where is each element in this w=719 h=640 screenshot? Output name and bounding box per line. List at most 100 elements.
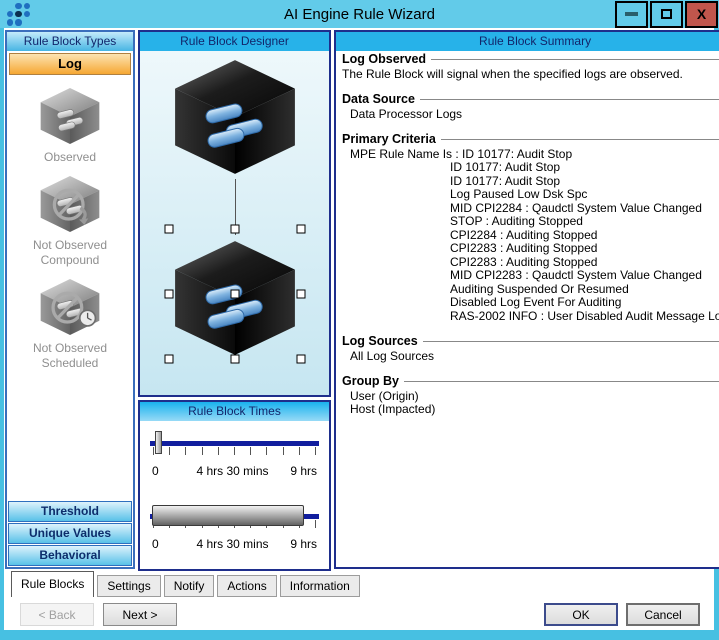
- summary-line: CPI2283 : Auditing Stopped: [342, 256, 719, 270]
- summary-section: Log SourcesAll Log Sources: [342, 335, 719, 363]
- section-title: Primary Criteria: [342, 133, 436, 147]
- slider-labels: 0 4 hrs 30 mins 9 hrs: [152, 537, 317, 551]
- maximize-icon: [661, 9, 672, 19]
- rule-block-summary-header: Rule Block Summary: [336, 32, 719, 51]
- selection-handle[interactable]: [164, 225, 173, 234]
- minimize-button[interactable]: [615, 1, 648, 28]
- selection-handle[interactable]: [230, 290, 239, 299]
- log-type-button[interactable]: Log: [9, 53, 131, 75]
- back-button[interactable]: < Back: [20, 603, 94, 626]
- summary-line: STOP : Auditing Stopped: [342, 215, 719, 229]
- selection-handle[interactable]: [230, 225, 239, 234]
- ok-button[interactable]: OK: [544, 603, 618, 626]
- slider-label-mid: 4 hrs 30 mins: [182, 464, 283, 478]
- summary-line: MID CPI2283 : Qaudctl System Value Chang…: [342, 269, 719, 283]
- rule-block-types-header: Rule Block Types: [7, 32, 133, 51]
- slider-labels: 0 4 hrs 30 mins 9 hrs: [152, 464, 317, 478]
- type-item-observed[interactable]: Observed: [7, 86, 133, 165]
- type-item-not-observed-compound[interactable]: Not Observed Compound: [7, 174, 133, 268]
- summary-line: CPI2284 : Auditing Stopped: [342, 229, 719, 243]
- rule-block-summary-panel: Rule Block Summary Log ObservedThe Rule …: [334, 30, 719, 569]
- next-button[interactable]: Next >: [103, 603, 177, 626]
- selection-handle[interactable]: [296, 225, 305, 234]
- tab-rule-blocks[interactable]: Rule Blocks: [11, 571, 94, 597]
- slider-label-min: 0: [152, 464, 182, 478]
- section-title: Log Sources: [342, 335, 418, 349]
- type-label-observed: Observed: [7, 150, 133, 165]
- type-label-not-observed-scheduled: Not Observed Scheduled: [7, 341, 133, 371]
- rule-block-designer-panel: Rule Block Designer: [138, 30, 331, 397]
- slider-ticks: [153, 447, 316, 455]
- unique-values-button[interactable]: Unique Values: [8, 523, 132, 544]
- selection-handle[interactable]: [296, 290, 305, 299]
- slider-track[interactable]: [150, 441, 319, 446]
- summary-line: ID 10177: Audit Stop: [342, 161, 719, 175]
- cancel-button[interactable]: Cancel: [626, 603, 700, 626]
- ai-engine-rule-wizard-window: AI Engine Rule Wizard X Rule Block Types…: [0, 0, 719, 640]
- close-icon: X: [697, 6, 706, 22]
- summary-sections: Log ObservedThe Rule Block will signal w…: [336, 51, 719, 567]
- summary-line: ID 10177: Audit Stop: [342, 175, 719, 189]
- tab-notify[interactable]: Notify: [164, 575, 215, 597]
- not-observed-scheduled-cube-icon: [37, 277, 103, 337]
- section-divider: [431, 59, 719, 61]
- summary-line: User (Origin): [342, 390, 719, 404]
- slider-label-max: 9 hrs: [283, 537, 317, 551]
- tab-actions[interactable]: Actions: [217, 575, 276, 597]
- rule-block-designer-header: Rule Block Designer: [140, 32, 329, 51]
- selection-handle[interactable]: [164, 355, 173, 364]
- time-slider: [150, 431, 319, 461]
- summary-line: RAS-2002 INFO : User Disabled Audit Mess…: [342, 310, 719, 324]
- threshold-button[interactable]: Threshold: [8, 501, 132, 522]
- dialog-content: Rule Block Types Log: [4, 28, 714, 630]
- wizard-nav-row: < Back Next > OK Cancel: [4, 603, 714, 626]
- window-title: AI Engine Rule Wizard: [0, 6, 719, 23]
- minimize-icon: [625, 12, 638, 16]
- summary-line: MID CPI2284 : Qaudctl System Value Chang…: [342, 202, 719, 216]
- section-divider: [441, 139, 719, 141]
- summary-line: Auditing Suspended Or Resumed: [342, 283, 719, 297]
- slider-thumb[interactable]: [155, 431, 162, 454]
- tab-settings[interactable]: Settings: [97, 575, 160, 597]
- selection-handle[interactable]: [296, 355, 305, 364]
- times-body: 0 4 hrs 30 mins 9 hrs: [140, 421, 329, 569]
- parent-rule-block-cube[interactable]: [169, 56, 301, 178]
- observed-cube-icon: [37, 86, 103, 146]
- summary-section: Group ByUser (Origin)Host (Impacted): [342, 375, 719, 417]
- range-slider-bar[interactable]: [152, 505, 304, 526]
- section-title: Data Source: [342, 93, 415, 107]
- section-divider: [423, 341, 719, 343]
- app-dots-icon: [7, 3, 30, 26]
- type-label-not-observed-compound: Not Observed Compound: [7, 238, 133, 268]
- summary-line: Host (Impacted): [342, 403, 719, 417]
- selection-handle[interactable]: [230, 355, 239, 364]
- selection-handle[interactable]: [164, 290, 173, 299]
- summary-line: Disabled Log Event For Auditing: [342, 296, 719, 310]
- maximize-button[interactable]: [650, 1, 683, 28]
- summary-line: Data Processor Logs: [342, 108, 719, 122]
- selection-handles: [169, 229, 301, 359]
- section-title: Log Observed: [342, 53, 426, 67]
- section-divider: [404, 381, 719, 383]
- range-slider: [150, 504, 319, 534]
- tab-information[interactable]: Information: [280, 575, 360, 597]
- rule-block-times-panel: Rule Block Times 0 4 hrs 30 mins: [138, 400, 331, 571]
- behavioral-button[interactable]: Behavioral: [8, 545, 132, 566]
- left-panel-spacer: [7, 371, 133, 501]
- summary-section: Log ObservedThe Rule Block will signal w…: [342, 53, 719, 81]
- summary-section: Primary CriteriaMPE Rule Name Is : ID 10…: [342, 133, 719, 323]
- wizard-tab-strip: Rule Blocks Settings Notify Actions Info…: [11, 571, 714, 597]
- summary-line: Log Paused Low Dsk Spc: [342, 188, 719, 202]
- section-divider: [420, 99, 719, 101]
- summary-line: All Log Sources: [342, 350, 719, 364]
- close-button[interactable]: X: [685, 1, 718, 28]
- designer-canvas[interactable]: [140, 51, 329, 395]
- type-item-not-observed-scheduled[interactable]: Not Observed Scheduled: [7, 277, 133, 371]
- summary-line: MPE Rule Name Is : ID 10177: Audit Stop: [342, 148, 719, 162]
- rule-block-types-panel: Rule Block Types Log: [5, 30, 135, 569]
- summary-section: Data SourceData Processor Logs: [342, 93, 719, 121]
- summary-line: CPI2283 : Auditing Stopped: [342, 242, 719, 256]
- summary-line: The Rule Block will signal when the spec…: [342, 68, 719, 82]
- section-title: Group By: [342, 375, 399, 389]
- rule-block-times-header: Rule Block Times: [140, 402, 329, 421]
